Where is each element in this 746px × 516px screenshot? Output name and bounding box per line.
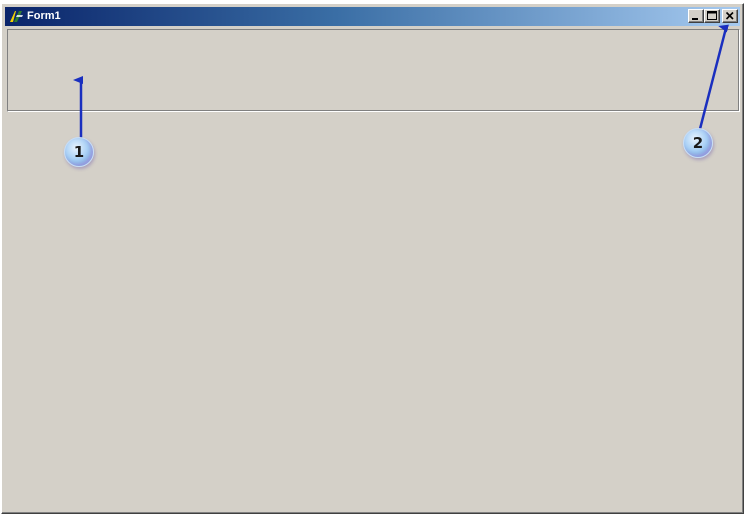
close-button[interactable]: [722, 9, 738, 23]
delphi-app-icon: [8, 9, 24, 24]
annotation-callout-1: 1: [64, 137, 94, 167]
maximize-button[interactable]: [704, 9, 720, 23]
form-client-area[interactable]: [5, 27, 740, 510]
minimize-icon: [692, 18, 698, 20]
title-bar[interactable]: Form1: [5, 7, 740, 26]
minimize-button[interactable]: [688, 9, 704, 23]
top-panel[interactable]: [7, 29, 740, 112]
window-title: Form1: [27, 10, 61, 22]
form1-window: Form1: [1, 3, 744, 514]
close-icon: [725, 11, 734, 20]
annotation-callout-2: 2: [683, 128, 713, 158]
maximize-icon: [707, 11, 717, 20]
